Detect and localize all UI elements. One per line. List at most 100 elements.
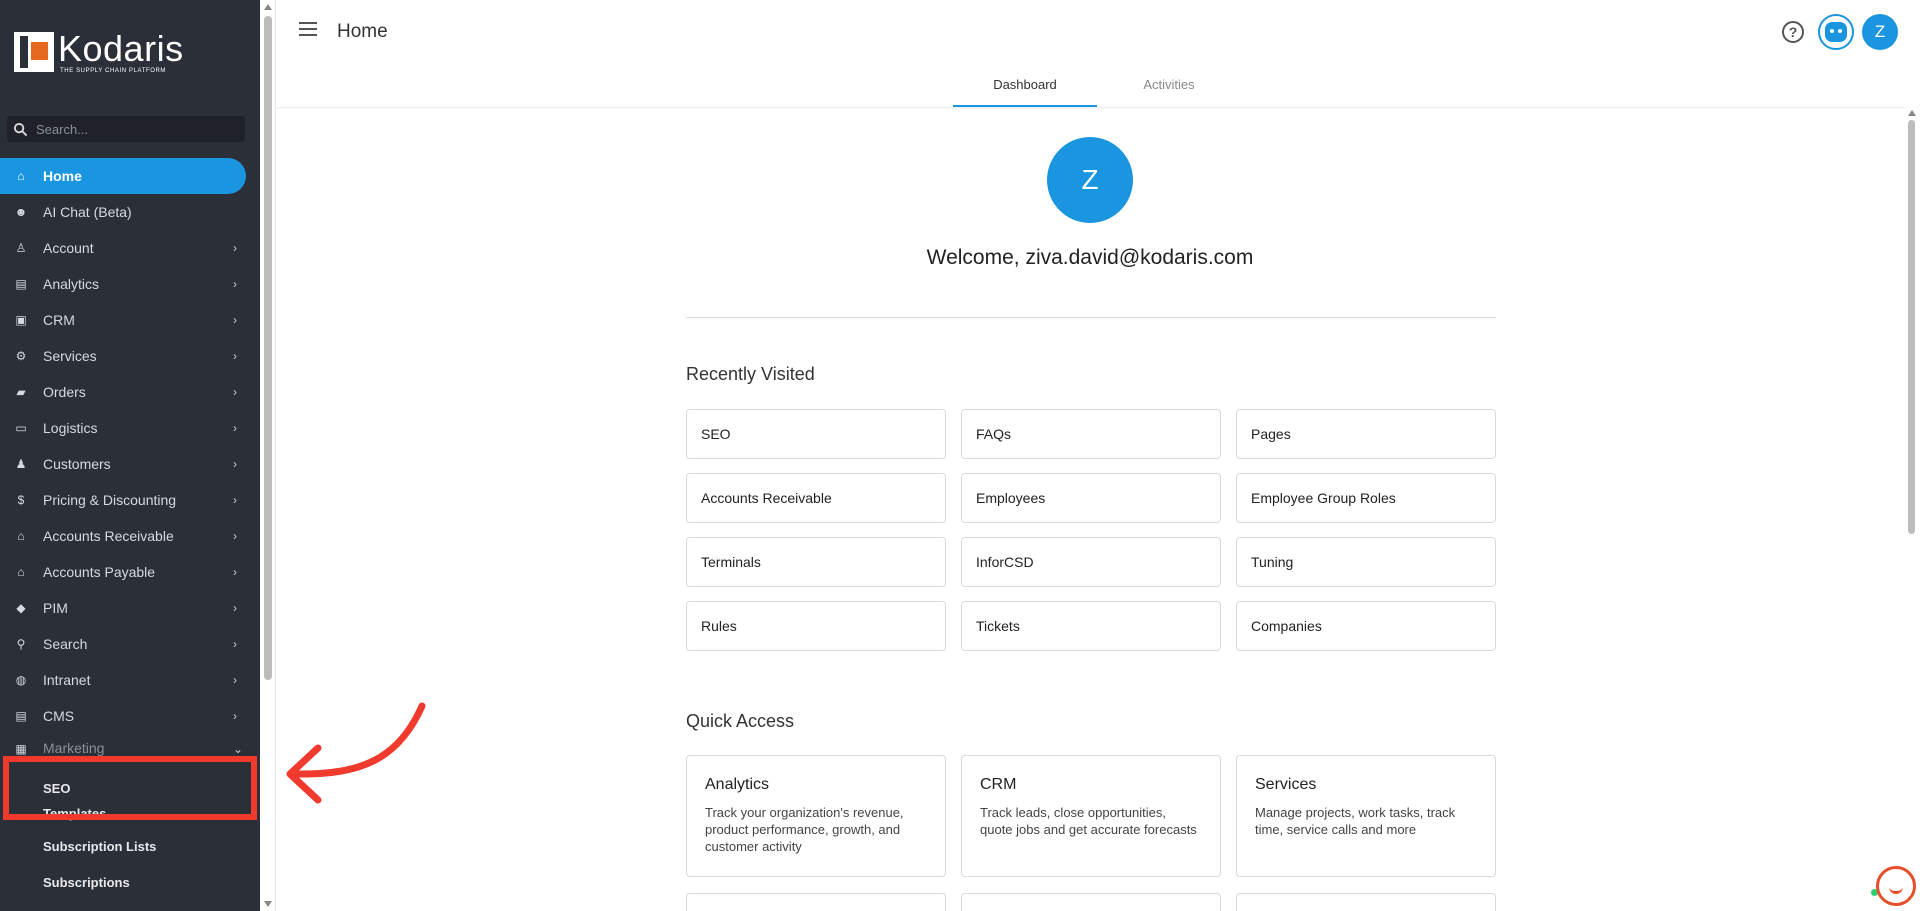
sidebar-item-pricing[interactable]: $ Pricing & Discounting › — [0, 482, 260, 518]
recent-card-pages[interactable]: Pages — [1236, 409, 1496, 459]
ai-assistant-button[interactable] — [1818, 14, 1854, 50]
sidebar-item-accounts-payable[interactable]: ⌂ Accounts Payable › — [0, 554, 260, 590]
sidebar-search[interactable] — [7, 116, 245, 142]
sidebar-item-label: Analytics — [43, 276, 100, 292]
recent-card-companies[interactable]: Companies — [1236, 601, 1496, 651]
sidebar-item-label: Logistics — [43, 420, 98, 436]
recent-card-terminals[interactable]: Terminals — [686, 537, 946, 587]
chevron-right-icon: › — [233, 349, 237, 363]
chevron-right-icon: › — [233, 241, 237, 255]
recent-card-employee-group-roles[interactable]: Employee Group Roles — [1236, 473, 1496, 523]
scrollbar-thumb[interactable] — [1908, 120, 1915, 534]
top-bar: Home ? Z — [277, 0, 1920, 64]
recent-card-seo[interactable]: SEO — [686, 409, 946, 459]
kodaris-logo-mark — [14, 32, 54, 72]
sidebar-item-label: Search — [43, 636, 88, 652]
quick-access-card-analytics[interactable]: Analytics Track your organization's reve… — [686, 755, 946, 877]
quick-access-card-description: Track your organization's revenue, produ… — [705, 805, 904, 854]
sidebar-item-account[interactable]: ♙ Account › — [0, 230, 260, 266]
contact-card-icon: ▣ — [15, 313, 27, 327]
quick-access-card-crm[interactable]: CRM Track leads, close opportunities, qu… — [961, 755, 1221, 877]
sidebar-item-label: Customers — [43, 456, 111, 472]
sidebar-item-label: Accounts Payable — [43, 564, 156, 580]
recent-card-rules[interactable]: Rules — [686, 601, 946, 651]
avatar: Z — [1047, 137, 1133, 223]
recent-card-faqs[interactable]: FAQs — [961, 409, 1221, 459]
annotation-arrow-icon — [286, 702, 426, 804]
recent-card-tickets[interactable]: Tickets — [961, 601, 1221, 651]
welcome-message: Welcome, ziva.david@kodaris.com — [926, 246, 1254, 269]
quick-access-card[interactable] — [1236, 893, 1496, 911]
search-input[interactable] — [36, 121, 236, 137]
sidebar-item-label: CMS — [43, 708, 75, 724]
chevron-right-icon: › — [233, 313, 237, 327]
chevron-right-icon: › — [233, 637, 237, 651]
sidebar-item-orders[interactable]: ▰ Orders › — [0, 374, 260, 410]
scrollbar-thumb[interactable] — [264, 16, 272, 680]
sidebar-item-label: Intranet — [43, 672, 91, 688]
sidebar-item-intranet[interactable]: ◍ Intranet › — [0, 662, 260, 698]
scroll-up-arrow[interactable] — [1908, 110, 1916, 116]
sidebar-item-pim[interactable]: ◆ PIM › — [0, 590, 260, 626]
quick-access-card[interactable] — [961, 893, 1221, 911]
scroll-down-arrow[interactable] — [264, 901, 272, 907]
tag-icon: ◆ — [16, 601, 26, 615]
scroll-up-arrow[interactable] — [264, 4, 272, 10]
sidebar-subitem-label: Subscription Lists — [43, 838, 157, 854]
sidebar-item-label: CRM — [43, 312, 75, 328]
recent-card-tuning[interactable]: Tuning — [1236, 537, 1496, 587]
home-icon: ⌂ — [17, 169, 25, 183]
chat-widget-icon[interactable] — [1876, 866, 1916, 906]
quick-access-card-title: Services — [1255, 776, 1317, 793]
search-icon — [13, 122, 28, 136]
tab-dashboard[interactable]: Dashboard — [953, 68, 1097, 107]
kodaris-logo[interactable]: Kodaris THE SUPPLY CHAIN PLATFORM — [14, 30, 184, 74]
sidebar-item-crm[interactable]: ▣ CRM › — [0, 302, 260, 338]
sidebar-item-analytics[interactable]: ▤ Analytics › — [0, 266, 260, 302]
menu-icon[interactable] — [299, 22, 319, 42]
user-avatar-button[interactable]: Z — [1862, 14, 1898, 50]
recent-card-employees[interactable]: Employees — [961, 473, 1221, 523]
quick-access-card-description: Manage projects, work tasks, track time,… — [1255, 805, 1456, 837]
bank-icon: ⌂ — [17, 529, 25, 543]
quick-access-card-services[interactable]: Services Manage projects, work tasks, tr… — [1236, 755, 1496, 877]
sidebar-scrollbar[interactable] — [260, 0, 276, 911]
brand-tagline: THE SUPPLY CHAIN PLATFORM — [60, 68, 167, 74]
sidebar-item-cms[interactable]: ▤ CMS › — [0, 698, 260, 734]
help-icon[interactable]: ? — [1782, 21, 1804, 43]
people-icon: ♟ — [15, 457, 27, 471]
recent-card-inforcsd[interactable]: InforCSD — [961, 537, 1221, 587]
sidebar-item-marketing[interactable]: ▦ Marketing ⌄ — [0, 734, 260, 756]
robot-icon: ☻ — [14, 205, 28, 219]
chevron-right-icon: › — [233, 457, 237, 471]
chevron-right-icon: › — [233, 493, 237, 507]
sidebar-item-accounts-receivable[interactable]: ⌂ Accounts Receivable › — [0, 518, 260, 554]
chevron-right-icon: › — [233, 277, 237, 291]
tab-activities[interactable]: Activities — [1097, 68, 1241, 107]
sidebar-item-label: Home — [43, 168, 82, 184]
marketing-icon: ▦ — [15, 742, 27, 756]
bank-icon: ⌂ — [17, 565, 25, 579]
sidebar-subitem-subscriptions[interactable]: Subscriptions — [0, 864, 260, 900]
sidebar-item-customers[interactable]: ♟ Customers › — [0, 446, 260, 482]
main-scrollbar[interactable] — [1903, 108, 1920, 911]
sidebar-subitem-label: Subscriptions — [43, 874, 130, 890]
sidebar-item-label: PIM — [43, 600, 68, 616]
person-icon: ♙ — [15, 241, 27, 255]
quick-access-card[interactable] — [686, 893, 946, 911]
chevron-right-icon: › — [233, 385, 237, 399]
sidebar-item-label: AI Chat (Beta) — [43, 204, 132, 220]
quick-access-card-title: CRM — [980, 776, 1017, 793]
chevron-right-icon: › — [233, 565, 237, 579]
sidebar-item-search[interactable]: ⚲ Search › — [0, 626, 260, 662]
recent-card-accounts-receivable[interactable]: Accounts Receivable — [686, 473, 946, 523]
chevron-right-icon: › — [233, 421, 237, 435]
sidebar-item-services[interactable]: ⚙ Services › — [0, 338, 260, 374]
sidebar-item-logistics[interactable]: ▭ Logistics › — [0, 410, 260, 446]
sidebar-subitem-subscription-lists[interactable]: Subscription Lists — [0, 828, 260, 864]
sidebar-item-label: Services — [43, 348, 97, 364]
cms-icon: ▤ — [15, 709, 27, 723]
sidebar-item-ai-chat[interactable]: ☻ AI Chat (Beta) — [0, 194, 260, 230]
sidebar-item-home[interactable]: ⌂ Home — [0, 158, 246, 194]
sidebar-item-label: Orders — [43, 384, 86, 400]
